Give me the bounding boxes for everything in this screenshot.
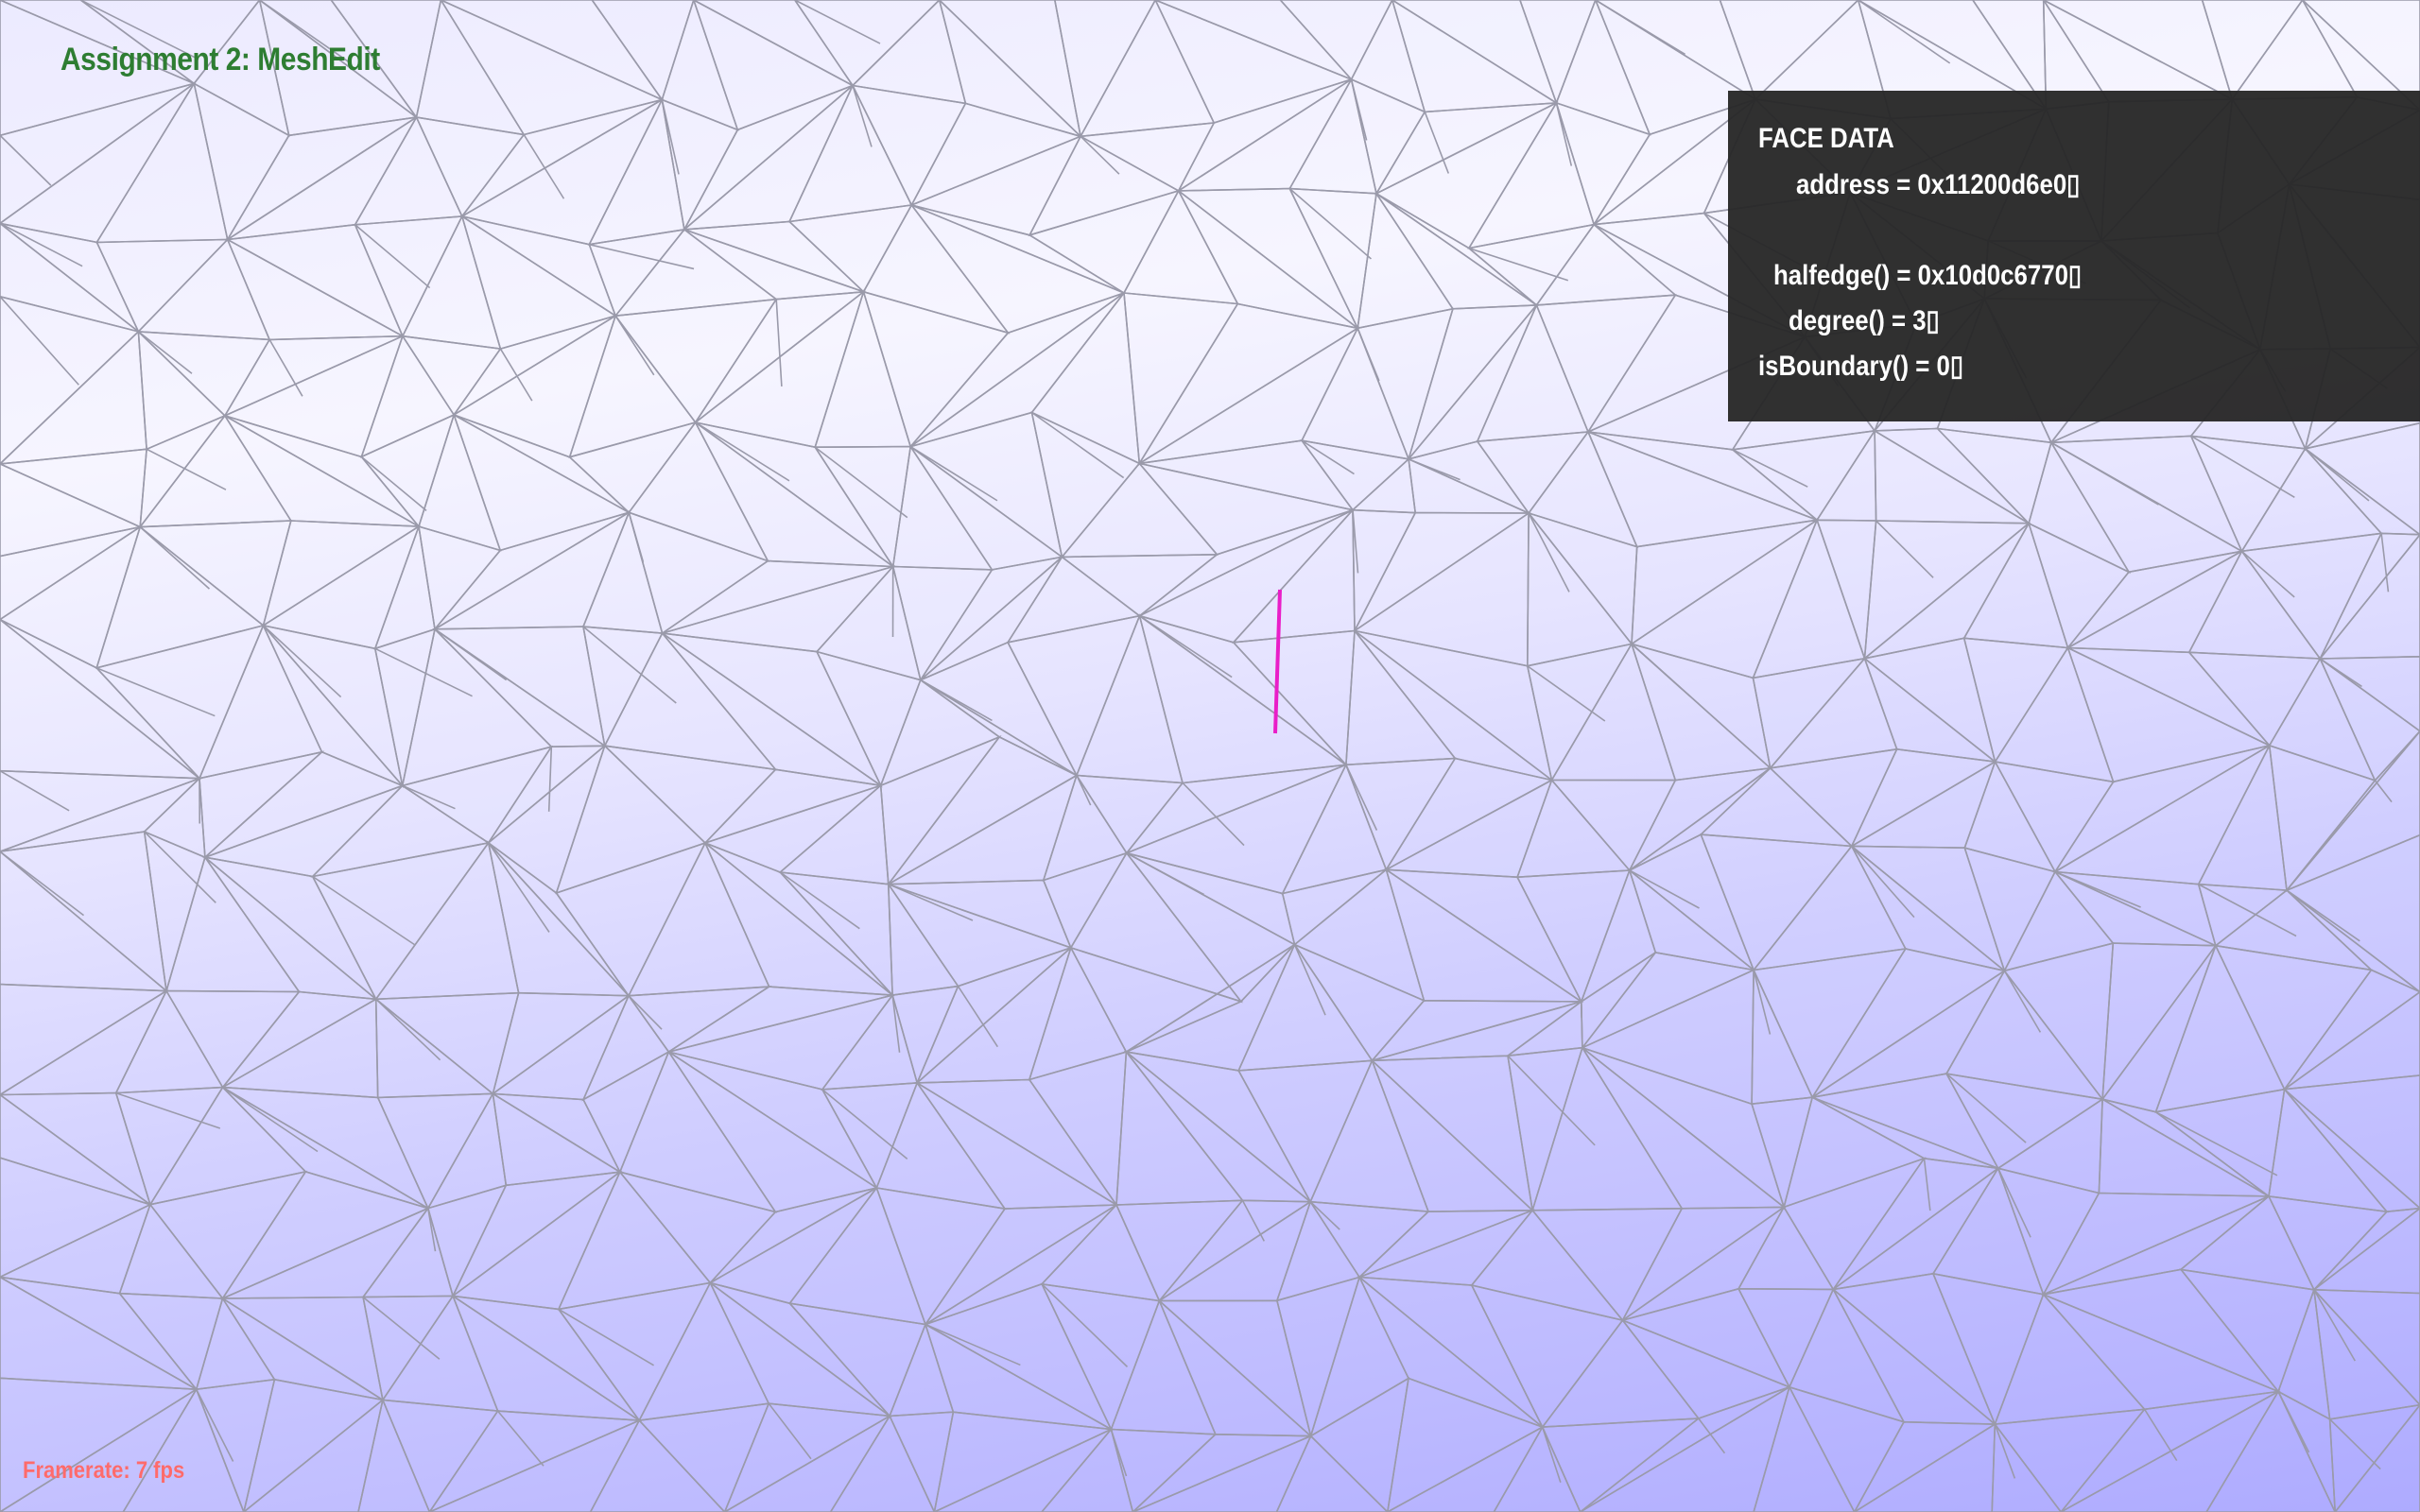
face-degree: degree() = 3▯ bbox=[1789, 305, 1940, 336]
face-data-panel: FACE DATA address = 0x11200d6e0▯ halfedg… bbox=[1728, 91, 2420, 421]
face-is-boundary: isBoundary() = 0▯ bbox=[1758, 351, 1964, 382]
app-title: Assignment 2: MeshEdit bbox=[60, 42, 380, 77]
face-halfedge: halfedge() = 0x10d0c6770▯ bbox=[1773, 260, 2083, 291]
face-data-heading: FACE DATA bbox=[1758, 123, 1894, 154]
face-address: address = 0x11200d6e0▯ bbox=[1796, 169, 2081, 200]
framerate-readout: Framerate: 7 fps bbox=[23, 1457, 185, 1484]
mesh-viewport[interactable]: Assignment 2: MeshEdit FACE DATA address… bbox=[0, 0, 2420, 1512]
